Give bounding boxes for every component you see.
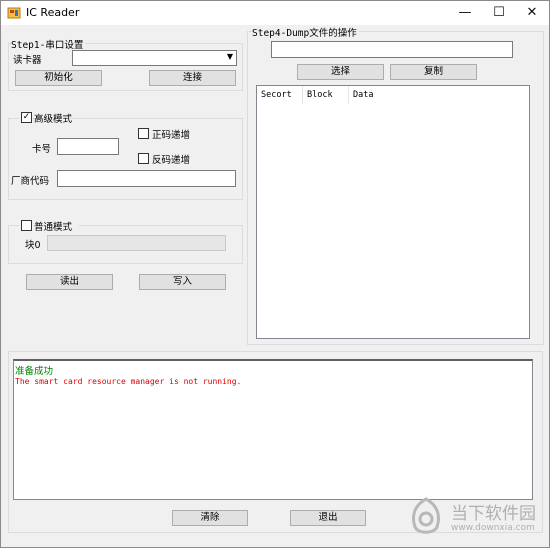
copy-button[interactable]: 复制 <box>390 64 477 80</box>
normal-mode-checkbox[interactable] <box>21 220 32 231</box>
advanced-mode-group <box>8 118 243 200</box>
watermark: 当下软件园 www.downxia.com <box>407 491 547 543</box>
normal-mode-label: 普通模式 <box>34 222 73 233</box>
step1-title: Step1-串口设置 <box>11 37 86 51</box>
advanced-mode-checkbox[interactable]: ✓ <box>21 112 32 123</box>
log-line-error: The smart card resource manager is not r… <box>15 377 242 386</box>
block0-input[interactable] <box>47 235 226 251</box>
title-bar: IC Reader — ☐ ✕ <box>1 1 549 25</box>
read-button[interactable]: 读出 <box>26 274 113 290</box>
write-button[interactable]: 写入 <box>139 274 226 290</box>
dump-file-path-input[interactable] <box>271 41 513 58</box>
block0-label: 块0 <box>25 240 41 251</box>
reader-select[interactable]: ▼ <box>72 50 237 66</box>
normal-mode-header: 普通模式 <box>19 218 79 233</box>
column-header-secort[interactable]: Secort <box>257 86 303 104</box>
close-icon: ✕ <box>526 5 538 20</box>
select-file-button[interactable]: 选择 <box>297 64 384 80</box>
advanced-mode-header: ✓ 高级模式 <box>19 110 72 125</box>
decrement-label: 反码递增 <box>152 155 191 166</box>
clear-button[interactable]: 清除 <box>172 510 248 526</box>
watermark-url: www.downxia.com <box>451 523 535 533</box>
vendor-code-input[interactable] <box>57 170 236 187</box>
maximize-icon: ☐ <box>493 5 505 20</box>
card-number-label: 卡号 <box>32 144 52 155</box>
decrement-checkbox[interactable] <box>138 153 149 164</box>
vendor-code-label: 厂商代码 <box>11 176 50 187</box>
log-line-ready: 准备成功 <box>15 366 54 377</box>
card-number-input[interactable] <box>57 138 119 155</box>
app-icon <box>7 7 21 19</box>
minimize-button[interactable]: — <box>448 1 482 25</box>
increment-label: 正码递增 <box>152 130 191 141</box>
close-button[interactable]: ✕ <box>515 1 549 25</box>
watermark-logo-icon <box>411 497 441 534</box>
step4-title: Step4-Dump文件的操作 <box>252 25 359 39</box>
log-textbox[interactable]: 准备成功 The smart card resource manager is … <box>13 359 533 500</box>
connect-button[interactable]: 连接 <box>149 70 236 86</box>
exit-button[interactable]: 退出 <box>290 510 366 526</box>
watermark-text: 当下软件园 <box>451 504 536 524</box>
column-header-data[interactable]: Data <box>349 86 395 104</box>
chevron-down-icon: ▼ <box>226 52 233 61</box>
dump-list-view[interactable]: Secort Block Data <box>256 85 530 339</box>
window-title: IC Reader <box>26 6 80 19</box>
minimize-icon: — <box>458 5 472 20</box>
advanced-mode-label: 高级模式 <box>34 114 73 125</box>
init-button[interactable]: 初始化 <box>15 70 102 86</box>
column-header-block[interactable]: Block <box>303 86 349 104</box>
maximize-button[interactable]: ☐ <box>482 1 516 25</box>
increment-checkbox[interactable] <box>138 128 149 139</box>
reader-label: 读卡器 <box>13 55 42 66</box>
ic-reader-window: IC Reader — ☐ ✕ Step1-串口设置 读卡器 ▼ 初始化 连接 … <box>0 0 550 548</box>
